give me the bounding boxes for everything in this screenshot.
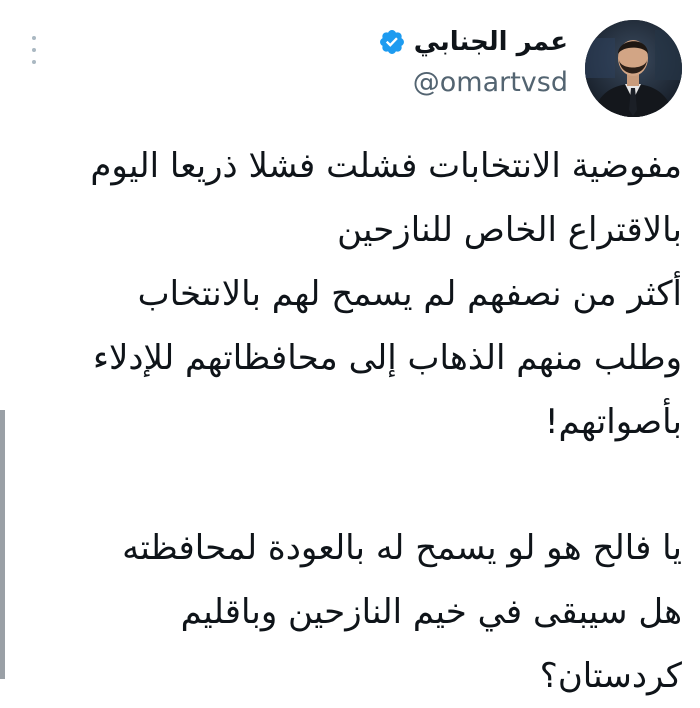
tweet-text: مفوضية الانتخابات فشلت فشلا ذريعا اليوم …	[18, 134, 682, 708]
avatar-image	[585, 20, 682, 117]
tweet-line: يا فالح هو لو يسمح له بالعودة لمحافظته	[122, 528, 682, 568]
verified-badge-icon	[379, 30, 404, 54]
dot	[32, 48, 36, 52]
tweet-line: مفوضية الانتخابات فشلت فشلا ذريعا اليوم	[90, 146, 682, 186]
tweet-line: أكثر من نصفهم لم يسمح لهم بالانتخاب	[137, 274, 682, 314]
dot	[32, 36, 36, 40]
more-options-icon[interactable]	[26, 36, 42, 64]
tweet-line: بأصواتهم!	[544, 402, 682, 442]
dot	[32, 60, 36, 64]
tweet-line: هل سيبقى في خيم النازحين وباقليم	[180, 592, 682, 632]
display-name[interactable]: عمر الجنابي	[414, 24, 568, 60]
tweet-line: كردستان؟	[539, 656, 682, 696]
avatar[interactable]	[585, 20, 682, 117]
handle[interactable]: @omartvsd	[378, 66, 568, 100]
left-edge-bar	[0, 410, 5, 679]
tweet-line: وطلب منهم الذهاب إلى محافظاتهم للإدلاء	[93, 338, 682, 378]
author-header: عمر الجنابي @omartvsd	[378, 24, 568, 100]
tweet-line: بالاقتراع الخاص للنازحين	[337, 210, 682, 250]
name-row: عمر الجنابي	[378, 24, 568, 60]
